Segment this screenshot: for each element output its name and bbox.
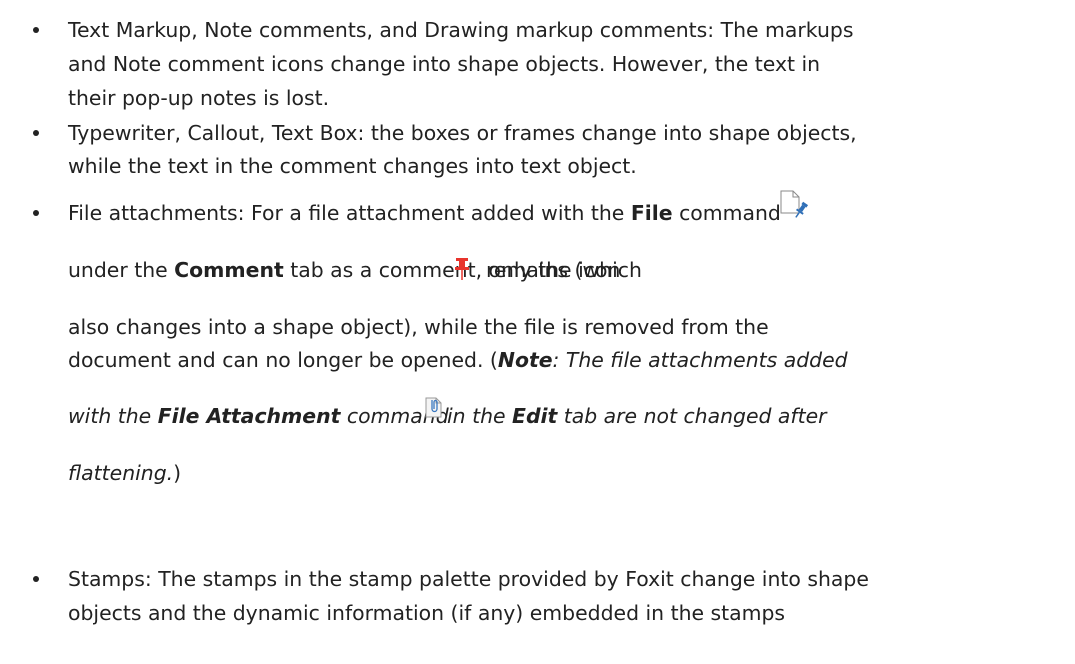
tab-name: Edit bbox=[512, 404, 558, 428]
text-line: File attachments: For a file attachment … bbox=[68, 198, 781, 228]
text-line: objects and the dynamic information (if … bbox=[68, 601, 786, 625]
text-line: and Note comment icons change into shape… bbox=[68, 52, 821, 76]
note-label: Note bbox=[497, 348, 553, 372]
text-run: File attachments: For a file attachment … bbox=[68, 201, 631, 225]
text-line: their pop-up notes is lost. bbox=[68, 86, 330, 110]
command-name: File bbox=[630, 201, 673, 225]
text-run: flattening. bbox=[68, 461, 174, 485]
bullet-dot bbox=[33, 130, 39, 136]
text-line: with the File Attachment command bbox=[68, 401, 449, 431]
text-run: command bbox=[672, 201, 781, 225]
text-run: in the bbox=[447, 404, 513, 428]
text-run: ) bbox=[173, 461, 182, 485]
text-line: document and can no longer be opened. (N… bbox=[68, 345, 848, 375]
text-run: under the bbox=[68, 258, 175, 282]
text-run: with the bbox=[68, 404, 158, 428]
bullet-dot bbox=[33, 210, 39, 216]
text-line: flattening.) bbox=[68, 458, 181, 488]
command-name: File Attachment bbox=[157, 404, 341, 428]
bullet-dot bbox=[33, 576, 39, 582]
document-page: Text Markup, Note comments, and Drawing … bbox=[0, 0, 1075, 664]
bullet-dot bbox=[33, 27, 39, 33]
text-line: also changes into a shape object), while… bbox=[68, 315, 769, 339]
tab-name: Comment bbox=[174, 258, 284, 282]
text-line: Stamps: The stamps in the stamp palette … bbox=[68, 567, 869, 591]
text-line: Typewriter, Callout, Text Box: the boxes… bbox=[68, 121, 857, 145]
text-line: remains (which bbox=[486, 258, 642, 282]
text-line: Text Markup, Note comments, and Drawing … bbox=[68, 18, 854, 42]
text-run: document and can no longer be opened. ( bbox=[68, 348, 498, 372]
text-run: : The file attachments added bbox=[552, 348, 848, 372]
text-line: in the Edit tab are not changed after bbox=[447, 401, 827, 431]
pushpin-icon bbox=[454, 257, 470, 281]
text-line: while the text in the comment changes in… bbox=[68, 154, 637, 178]
text-run: tab are not changed after bbox=[557, 404, 827, 428]
paperclip-file-attachment-icon bbox=[423, 395, 445, 419]
file-attach-comment-icon bbox=[779, 190, 809, 222]
